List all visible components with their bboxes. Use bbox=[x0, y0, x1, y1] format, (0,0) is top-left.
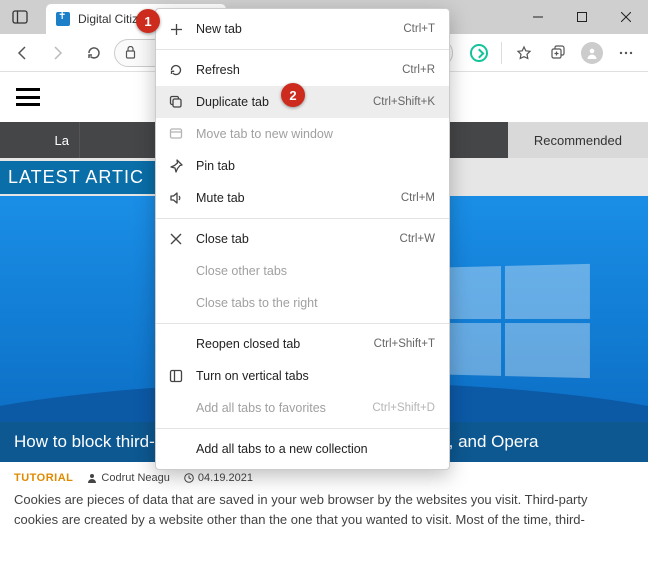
section-title: LATEST ARTIC bbox=[0, 161, 156, 194]
context-menu-label: New tab bbox=[196, 22, 391, 36]
context-menu-label: Close tabs to the right bbox=[196, 296, 423, 310]
toolbar-separator bbox=[501, 42, 502, 64]
annotation-badge-2: 2 bbox=[281, 83, 305, 107]
window-icon bbox=[168, 127, 184, 141]
context-menu-shortcut: Ctrl+Shift+K bbox=[373, 96, 435, 108]
annotation-badge-1: 1 bbox=[136, 9, 160, 33]
context-menu-item-add-all-tabs-to-a-new-collection[interactable]: Add all tabs to a new collection bbox=[156, 433, 449, 465]
menu-button[interactable] bbox=[610, 37, 642, 69]
avatar-icon bbox=[581, 42, 603, 64]
person-icon bbox=[87, 473, 97, 483]
context-menu-label: Turn on vertical tabs bbox=[196, 369, 423, 383]
window-controls bbox=[516, 0, 648, 34]
context-menu-item-add-all-tabs-to-favorites: Add all tabs to favorites Ctrl+Shift+D bbox=[156, 392, 449, 424]
context-menu-shortcut: Ctrl+Shift+T bbox=[374, 338, 435, 350]
context-menu-shortcut: Ctrl+T bbox=[403, 23, 435, 35]
vtabs-icon bbox=[168, 369, 184, 383]
refresh-icon bbox=[168, 63, 184, 77]
pin-icon bbox=[168, 159, 184, 173]
tab-actions-button[interactable] bbox=[0, 0, 40, 34]
close-window-button[interactable] bbox=[604, 0, 648, 34]
context-menu-item-reopen-closed-tab[interactable]: Reopen closed tab Ctrl+Shift+T bbox=[156, 328, 449, 360]
favorites-button[interactable] bbox=[508, 37, 540, 69]
lock-icon bbox=[125, 46, 136, 59]
context-menu-separator bbox=[156, 49, 449, 50]
dup-icon bbox=[168, 95, 184, 109]
context-menu-item-refresh[interactable]: Refresh Ctrl+R bbox=[156, 54, 449, 86]
context-menu-label: Close tab bbox=[196, 232, 388, 246]
context-menu-item-close-tab[interactable]: Close tab Ctrl+W bbox=[156, 223, 449, 255]
article-date: 04.19.2021 bbox=[184, 472, 253, 484]
article-body: Cookies are pieces of data that are save… bbox=[0, 490, 648, 529]
context-menu-label: Add all tabs to a new collection bbox=[196, 442, 423, 456]
context-menu-shortcut: Ctrl+R bbox=[402, 64, 435, 76]
context-menu-item-close-tabs-to-the-right: Close tabs to the right bbox=[156, 287, 449, 319]
hamburger-button[interactable] bbox=[16, 88, 40, 106]
context-menu-separator bbox=[156, 218, 449, 219]
context-menu-label: Mute tab bbox=[196, 191, 389, 205]
context-menu-label: Pin tab bbox=[196, 159, 423, 173]
context-menu-item-pin-tab[interactable]: Pin tab bbox=[156, 150, 449, 182]
context-menu-item-move-tab-to-new-window: Move tab to new window bbox=[156, 118, 449, 150]
clock-icon bbox=[184, 473, 194, 483]
nav-tab-latest[interactable]: La bbox=[0, 122, 80, 158]
context-menu-separator bbox=[156, 323, 449, 324]
context-menu-shortcut: Ctrl+W bbox=[400, 233, 435, 245]
context-menu-separator bbox=[156, 428, 449, 429]
context-menu-label: Duplicate tab bbox=[196, 95, 361, 109]
context-menu-label: Move tab to new window bbox=[196, 127, 423, 141]
minimize-button[interactable] bbox=[516, 0, 560, 34]
plus-icon bbox=[168, 23, 184, 36]
extension-grammarly-button[interactable] bbox=[463, 37, 495, 69]
context-menu-item-close-other-tabs: Close other tabs bbox=[156, 255, 449, 287]
context-menu-item-new-tab[interactable]: New tab Ctrl+T bbox=[156, 13, 449, 45]
forward-button[interactable] bbox=[42, 37, 74, 69]
back-button[interactable] bbox=[6, 37, 38, 69]
context-menu-item-turn-on-vertical-tabs[interactable]: Turn on vertical tabs bbox=[156, 360, 449, 392]
context-menu-label: Add all tabs to favorites bbox=[196, 401, 360, 415]
refresh-button[interactable] bbox=[78, 37, 110, 69]
grammarly-icon bbox=[470, 44, 488, 62]
context-menu-label: Close other tabs bbox=[196, 264, 423, 278]
tab-context-menu: New tab Ctrl+T Refresh Ctrl+R Duplicate tab C… bbox=[155, 8, 450, 470]
context-menu-label: Refresh bbox=[196, 63, 390, 77]
article-category[interactable]: TUTORIAL bbox=[14, 472, 73, 484]
collections-button[interactable] bbox=[542, 37, 574, 69]
close-icon bbox=[168, 233, 184, 245]
favicon-icon bbox=[56, 12, 70, 26]
nav-tab-recommended[interactable]: Recommended bbox=[508, 122, 648, 158]
profile-button[interactable] bbox=[576, 37, 608, 69]
context-menu-shortcut: Ctrl+M bbox=[401, 192, 435, 204]
maximize-button[interactable] bbox=[560, 0, 604, 34]
article-author[interactable]: Codrut Neagu bbox=[87, 472, 170, 484]
context-menu-shortcut: Ctrl+Shift+D bbox=[372, 402, 435, 414]
context-menu-item-mute-tab[interactable]: Mute tab Ctrl+M bbox=[156, 182, 449, 214]
mute-icon bbox=[168, 191, 184, 205]
context-menu-label: Reopen closed tab bbox=[196, 337, 362, 351]
